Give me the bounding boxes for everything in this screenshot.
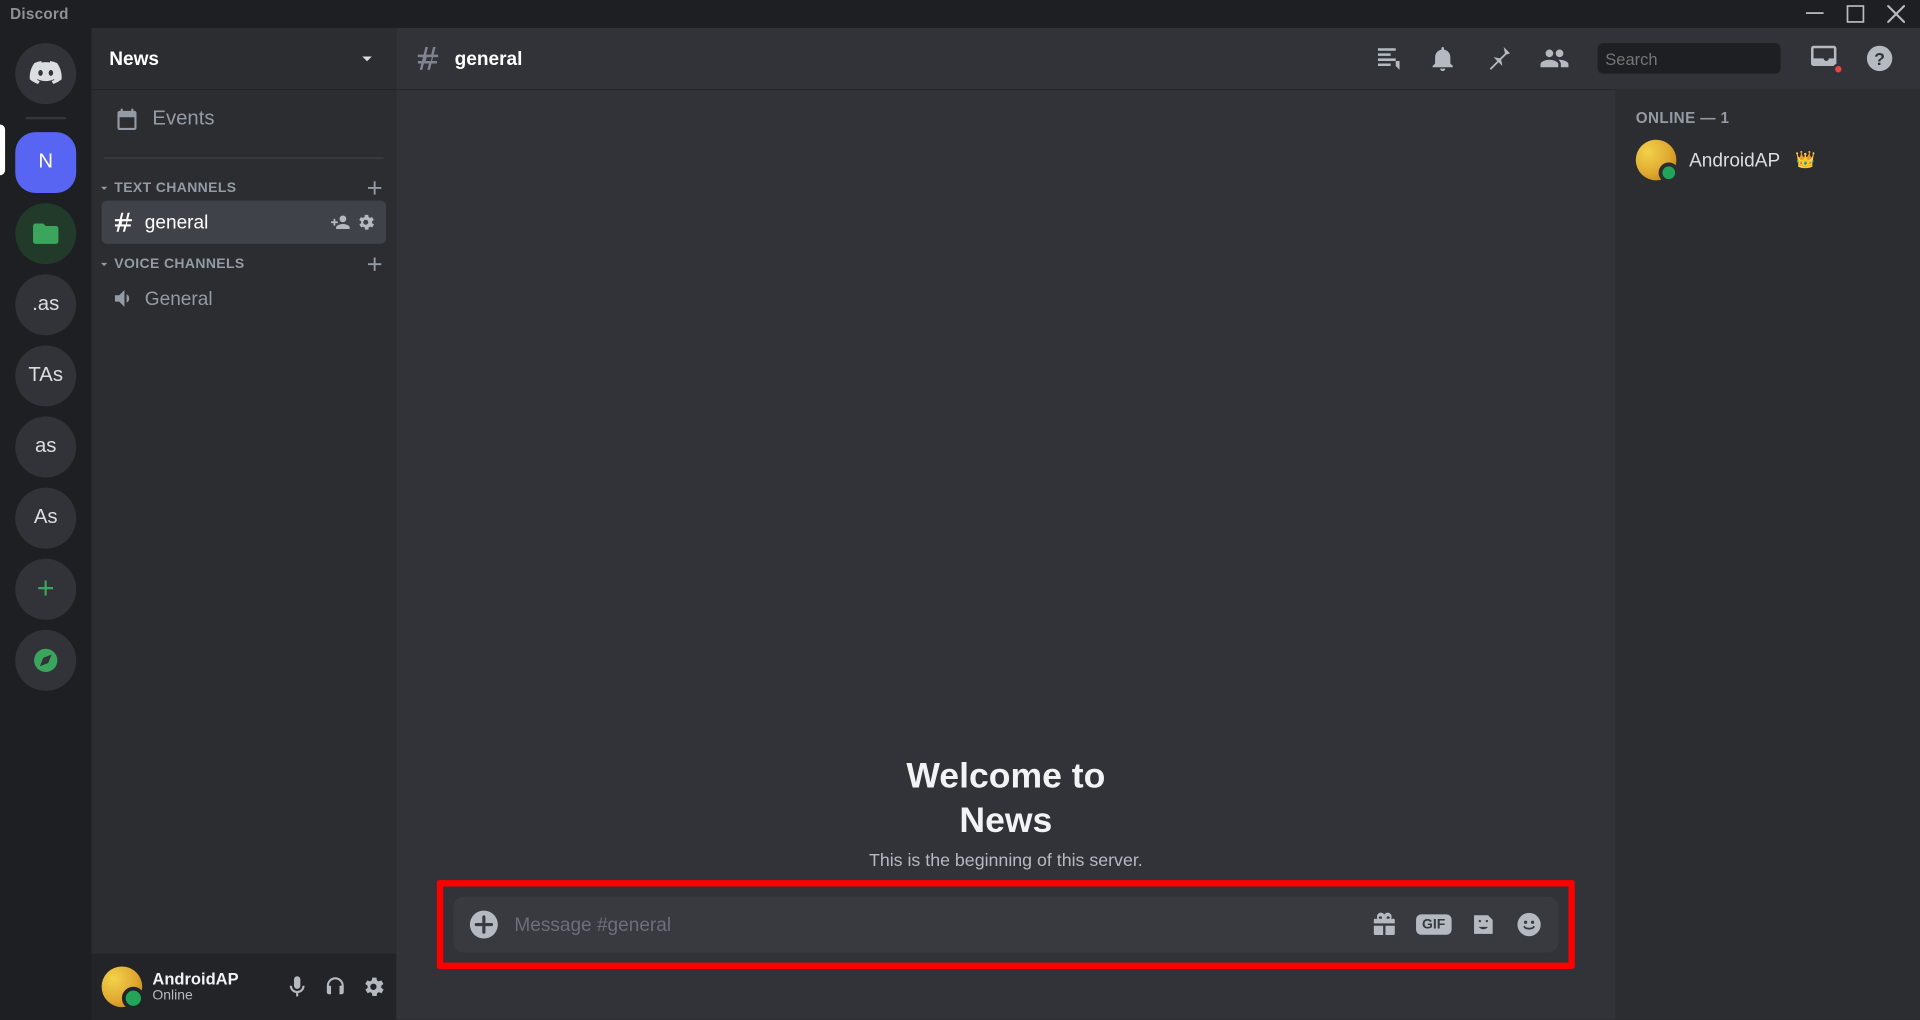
divider — [104, 157, 383, 158]
message-input[interactable] — [514, 914, 1354, 936]
search-input[interactable] — [1605, 49, 1829, 68]
channel-sidebar: News Events TEXT CHANNELS general — [91, 28, 396, 1020]
maximize-icon[interactable] — [1847, 5, 1865, 23]
home-button[interactable] — [15, 43, 76, 104]
titlebar-brand: Discord — [10, 5, 69, 23]
voice-channel-general[interactable]: General — [102, 277, 386, 320]
pinned-icon[interactable] — [1483, 43, 1513, 73]
server-item[interactable]: .as — [15, 274, 76, 335]
attach-icon[interactable] — [469, 909, 499, 939]
search-box[interactable] — [1598, 43, 1781, 73]
server-item[interactable]: as — [15, 417, 76, 478]
add-server-button[interactable]: + — [15, 559, 76, 620]
close-icon[interactable] — [1887, 5, 1905, 23]
member-name: AndroidAP — [1689, 149, 1780, 171]
sticker-icon[interactable] — [1469, 911, 1497, 939]
server-rail: N .as TAs as As + — [0, 28, 91, 1020]
highlight-box: GIF — [437, 880, 1575, 969]
server-item[interactable]: TAs — [15, 345, 76, 406]
chat-column: general ? Welcome to News — [396, 28, 1920, 1020]
category-text-channels[interactable]: TEXT CHANNELS — [91, 169, 396, 199]
avatar — [1636, 140, 1677, 181]
svg-text:?: ? — [1874, 49, 1885, 69]
messages-pane: Welcome to News This is the beginning of… — [396, 89, 1615, 1020]
create-channel-icon[interactable] — [363, 253, 386, 276]
channel-general[interactable]: general — [102, 201, 386, 244]
message-input-bar: GIF — [453, 897, 1558, 953]
avatar[interactable] — [102, 966, 143, 1007]
mute-icon[interactable] — [284, 974, 309, 999]
user-name: AndroidAP — [152, 970, 238, 988]
welcome-line1: Welcome to — [906, 756, 1105, 795]
server-name: News — [109, 48, 159, 70]
channel-title: general — [455, 48, 523, 70]
invite-icon[interactable] — [330, 212, 350, 232]
chevron-down-icon — [97, 180, 112, 195]
deafen-icon[interactable] — [323, 974, 348, 999]
notification-dot — [1833, 63, 1844, 74]
server-selection-pill — [0, 124, 5, 175]
events-row[interactable]: Events — [102, 91, 386, 147]
notifications-icon[interactable] — [1427, 43, 1457, 73]
members-panel: ONLINE — 1 AndroidAP 👑 — [1615, 89, 1920, 1020]
welcome-subtext: This is the beginning of this server. — [417, 850, 1596, 870]
help-icon[interactable]: ? — [1864, 43, 1894, 73]
window-controls — [1806, 5, 1910, 23]
user-status: Online — [152, 988, 238, 1003]
create-channel-icon[interactable] — [363, 177, 386, 200]
speaker-icon — [112, 286, 137, 311]
server-item-news[interactable]: N — [15, 132, 76, 193]
gif-icon[interactable]: GIF — [1416, 914, 1452, 934]
titlebar: Discord — [0, 0, 1920, 28]
minimize-icon[interactable] — [1806, 5, 1824, 23]
user-area: AndroidAP Online — [91, 954, 396, 1020]
crown-icon: 👑 — [1795, 150, 1816, 170]
channel-name: General — [145, 288, 376, 310]
welcome-line2: News — [959, 800, 1052, 839]
rail-separator — [25, 117, 66, 120]
category-voice-channels[interactable]: VOICE CHANNELS — [91, 245, 396, 275]
members-icon[interactable] — [1539, 43, 1569, 73]
welcome-block: Welcome to News This is the beginning of… — [417, 753, 1596, 870]
server-folder[interactable] — [15, 203, 76, 264]
events-label: Events — [152, 108, 214, 131]
hash-icon — [112, 210, 137, 235]
chevron-down-icon — [97, 257, 112, 272]
channel-name: general — [145, 211, 323, 233]
category-label: TEXT CHANNELS — [114, 180, 236, 195]
server-header[interactable]: News — [91, 28, 396, 89]
hash-icon — [414, 43, 444, 73]
member-row[interactable]: AndroidAP 👑 — [1626, 135, 1910, 186]
gear-icon[interactable] — [361, 974, 386, 999]
members-heading: ONLINE — 1 — [1626, 109, 1910, 134]
calendar-icon — [114, 107, 139, 132]
chat-header: general ? — [396, 28, 1920, 89]
chevron-down-icon — [356, 47, 379, 70]
threads-icon[interactable] — [1372, 43, 1402, 73]
category-label: VOICE CHANNELS — [114, 257, 244, 272]
discover-button[interactable] — [15, 630, 76, 691]
server-item[interactable]: As — [15, 488, 76, 549]
gear-icon[interactable] — [356, 212, 376, 232]
gift-icon[interactable] — [1370, 911, 1398, 939]
emoji-icon[interactable] — [1515, 911, 1543, 939]
